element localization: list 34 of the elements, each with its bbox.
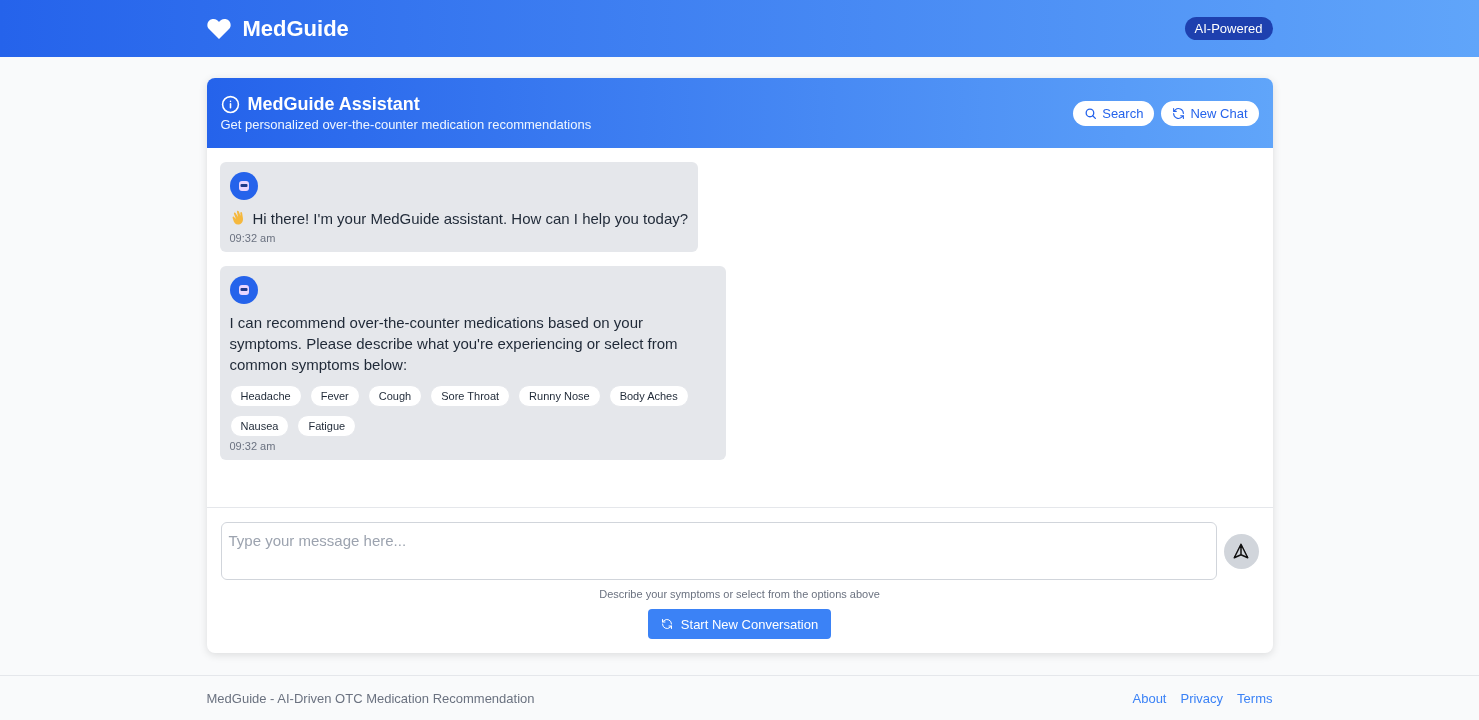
footer-link[interactable]: Privacy — [1180, 690, 1224, 706]
refresh-icon — [660, 618, 673, 630]
new-chat-button[interactable]: New Chat — [1161, 100, 1259, 126]
refresh-icon — [1172, 106, 1186, 120]
symptom-chip[interactable]: Headache — [229, 385, 302, 407]
ai-badge: AI-Powered — [1184, 17, 1273, 40]
robot-icon — [237, 180, 250, 192]
symptom-chip[interactable]: Body Aches — [608, 385, 689, 407]
send-icon — [1232, 542, 1250, 560]
message-time: 09:32 am — [229, 440, 277, 452]
brand-name: MedGuide — [242, 15, 349, 42]
symptom-chip[interactable]: Nausea — [229, 415, 290, 437]
message-time: 09:32 am — [229, 232, 277, 244]
robot-icon — [237, 284, 250, 296]
footer-link[interactable]: Terms — [1237, 690, 1273, 706]
symptom-chip[interactable]: Fatigue — [297, 415, 357, 437]
message-input[interactable]: Type your message here... — [220, 522, 1217, 580]
info-icon — [220, 95, 240, 114]
symptom-chip[interactable]: Cough — [367, 385, 423, 407]
chat-subtitle: Get personalized over-the-counter medication recommendations — [220, 117, 592, 132]
search-button[interactable]: Search — [1073, 100, 1155, 126]
symptom-chip[interactable]: Sore Throat — [430, 385, 511, 407]
chat-title: MedGuide Assistant — [247, 94, 420, 115]
footer-link[interactable]: About — [1132, 690, 1167, 706]
message-text: I can recommend over-the-counter medications based on your symptoms. Please describe what you're experiencing or select from common symptoms below: — [229, 313, 679, 375]
search-icon — [1084, 106, 1098, 120]
symptom-chip[interactable]: Fever — [309, 385, 360, 407]
heart-icon — [206, 18, 231, 39]
symptom-chip[interactable]: Runny Nose — [518, 385, 601, 407]
start-conversation-button[interactable]: Start New Conversation — [647, 609, 832, 639]
input-hint: Describe your symptoms or select from the options above — [599, 588, 880, 600]
send-button[interactable] — [1223, 533, 1259, 569]
message-text: Hi there! I'm your MedGuide assistant. How can I help you today? — [252, 209, 689, 229]
footer-text: MedGuide - AI-Driven OTC Medication Recommendation — [206, 690, 535, 706]
